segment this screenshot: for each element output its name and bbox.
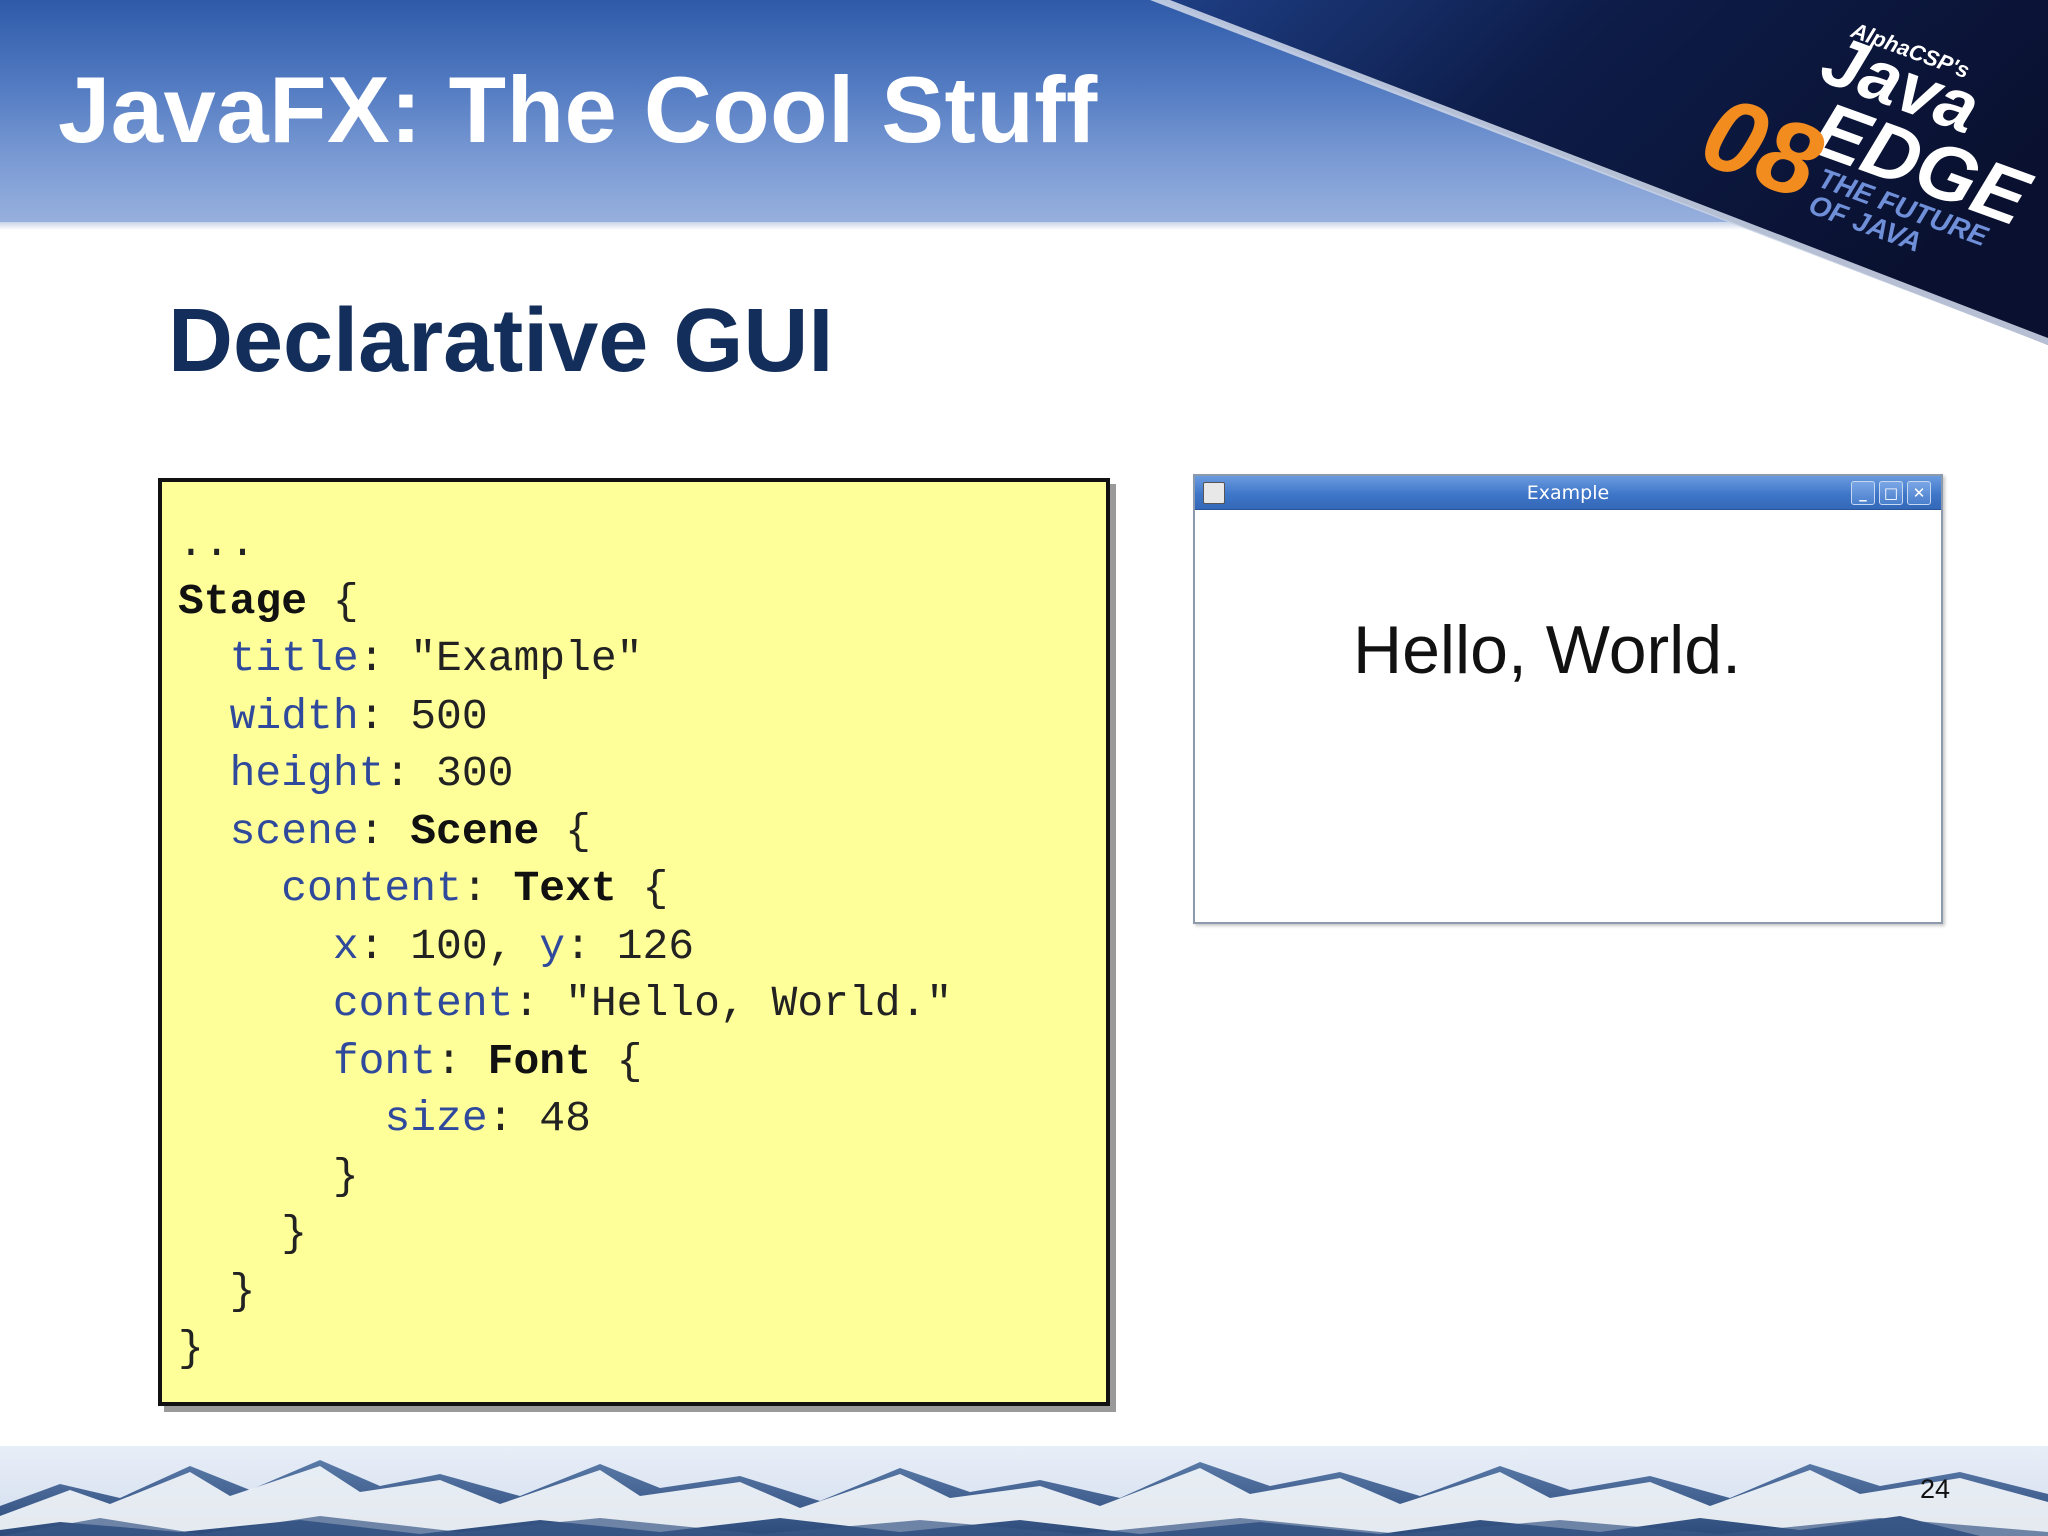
code-line: } xyxy=(178,1205,1106,1263)
code-text: { xyxy=(590,1036,643,1086)
code-property: y xyxy=(539,921,566,971)
code-text: ... xyxy=(178,519,256,568)
code-text: { xyxy=(616,864,669,913)
code-property: height xyxy=(229,749,385,798)
code-keyword: Stage xyxy=(178,576,308,626)
code-text: } xyxy=(178,1266,256,1316)
window-titlebar[interactable]: Example _ □ ✕ xyxy=(1195,476,1941,510)
code-text: } xyxy=(178,1324,204,1373)
code-line: ... xyxy=(178,515,1106,573)
code-property: size xyxy=(384,1094,488,1143)
code-line: } xyxy=(178,1263,1106,1321)
code-property: scene xyxy=(229,806,359,856)
code-text: { xyxy=(307,576,359,626)
code-line: } xyxy=(178,1320,1106,1378)
code-keyword: Font xyxy=(487,1036,591,1086)
maximize-button[interactable]: □ xyxy=(1879,481,1903,505)
code-text: } xyxy=(178,1151,359,1201)
code-keyword: Text xyxy=(513,864,617,913)
code-property: width xyxy=(229,691,359,741)
java-edge-logo: AlphaCSP's Java EDGE 08 THE FUTURE OF JA… xyxy=(1700,17,2040,258)
slide: JavaFX: The Cool Stuff AlphaCSP's Java E… xyxy=(0,0,2048,1536)
hello-world-text: Hello, World. xyxy=(1353,612,1741,688)
code-line: x: 100, y: 126 xyxy=(178,918,1106,976)
example-window: Example _ □ ✕ Hello, World. xyxy=(1193,474,1943,924)
window-title: Example xyxy=(1526,482,1610,504)
code-text: : 300 xyxy=(384,749,514,798)
code-keyword: Scene xyxy=(410,806,540,856)
code-property: x xyxy=(332,921,359,971)
slide-title: JavaFX: The Cool Stuff xyxy=(58,57,1098,162)
close-button[interactable]: ✕ xyxy=(1907,481,1931,505)
code-line: font: Font { xyxy=(178,1033,1106,1091)
mountain-banner xyxy=(0,1446,2048,1536)
code-text: : 500 xyxy=(358,691,488,741)
code-line: Stage { xyxy=(178,573,1106,631)
code-text: : 48 xyxy=(487,1094,591,1143)
code-text: : "Hello, World." xyxy=(513,979,953,1028)
minimize-button[interactable]: _ xyxy=(1851,481,1875,505)
code-line: } xyxy=(178,1148,1106,1206)
code-line: size: 48 xyxy=(178,1090,1106,1148)
code-line: scene: Scene { xyxy=(178,803,1106,861)
code-property: content xyxy=(332,979,514,1028)
code-text: : 126 xyxy=(565,921,695,971)
code-text: : xyxy=(358,806,411,856)
code-text: : 100, xyxy=(358,921,540,971)
code-property: title xyxy=(229,634,359,683)
section-heading: Declarative GUI xyxy=(168,291,834,391)
code-line: title: "Example" xyxy=(178,630,1106,688)
code-text: } xyxy=(178,1209,308,1258)
code-property: font xyxy=(332,1036,437,1086)
page-number: 24 xyxy=(1919,1474,1950,1504)
code-property: content xyxy=(281,864,462,913)
code-text: { xyxy=(539,806,591,856)
code-text: : xyxy=(436,1036,488,1086)
code-line: height: 300 xyxy=(178,745,1106,803)
code-line: content: "Hello, World." xyxy=(178,975,1106,1033)
code-text: : "Example" xyxy=(358,634,643,683)
code-listing: ... Stage { title: "Example" width: 500 h… xyxy=(158,478,1110,1406)
code-text: : xyxy=(461,864,514,913)
window-content: Hello, World. xyxy=(1195,511,1941,922)
code-line: width: 500 xyxy=(178,688,1106,746)
code-line: content: Text { xyxy=(178,860,1106,918)
